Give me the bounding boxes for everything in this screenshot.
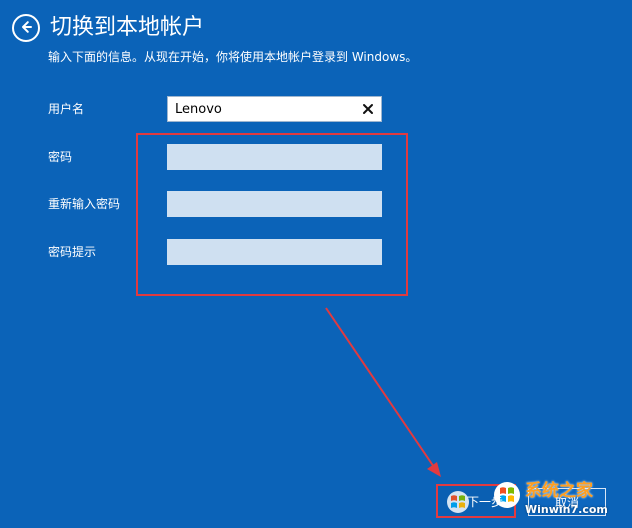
confirm-password-input[interactable] — [167, 191, 382, 217]
page-subtitle: 输入下面的信息。从现在开始，你将使用本地帐户登录到 Windows。 — [48, 50, 418, 64]
confirm-password-label: 重新输入密码 — [48, 197, 121, 211]
back-button[interactable] — [12, 14, 40, 42]
username-label: 用户名 — [48, 102, 85, 116]
page-title: 切换到本地帐户 — [50, 15, 205, 40]
password-hint-field-wrap — [167, 239, 382, 265]
header: 切换到本地帐户 — [12, 12, 204, 44]
arrow-left-circle-icon — [19, 19, 33, 38]
clear-username-button[interactable] — [361, 102, 375, 116]
close-icon — [362, 100, 374, 119]
password-hint-input[interactable] — [167, 239, 382, 265]
username-field-wrap — [167, 96, 382, 122]
cancel-button[interactable]: 取消 — [528, 488, 606, 516]
next-button[interactable]: 下一步 — [436, 484, 516, 518]
cancel-button-label: 取消 — [554, 495, 579, 510]
username-input[interactable] — [168, 97, 381, 121]
confirm-password-field-wrap — [167, 191, 382, 217]
password-input[interactable] — [167, 144, 382, 170]
password-label: 密码 — [48, 150, 73, 164]
password-hint-label: 密码提示 — [48, 245, 97, 259]
password-field-wrap — [167, 144, 382, 170]
next-button-label: 下一步 — [466, 494, 503, 509]
